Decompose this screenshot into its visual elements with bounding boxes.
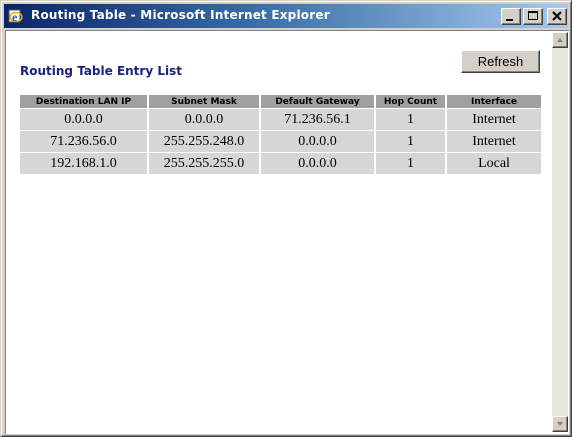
table-cell: 0.0.0.0: [149, 109, 259, 130]
table-header-row: Destination LAN IP Subnet Mask Default G…: [20, 95, 541, 108]
table-cell: 0.0.0.0: [261, 153, 374, 174]
table-cell: 0.0.0.0: [261, 131, 374, 152]
table-cell: 255.255.255.0: [149, 153, 259, 174]
svg-text:e: e: [12, 10, 18, 24]
browser-window: e Routing Table - Microsoft Internet Exp…: [0, 0, 572, 437]
page-content: Refresh Routing Table Entry List Destina…: [5, 30, 569, 434]
table-cell: 71.236.56.1: [261, 109, 374, 130]
page-title: Routing Table Entry List: [20, 64, 182, 78]
table-cell: 255.255.248.0: [149, 131, 259, 152]
minimize-icon: [506, 19, 513, 21]
scroll-up-button[interactable]: [552, 32, 568, 48]
table-cell: 71.236.56.0: [20, 131, 147, 152]
table-cell: Local: [447, 153, 541, 174]
scroll-down-button[interactable]: [552, 416, 568, 432]
table-row: 0.0.0.0 0.0.0.0 71.236.56.1 1 Internet: [20, 109, 541, 130]
table-cell: Internet: [447, 131, 541, 152]
minimize-button[interactable]: [501, 8, 521, 25]
routing-table: Destination LAN IP Subnet Mask Default G…: [18, 94, 543, 175]
table-cell: 1: [376, 131, 445, 152]
table-cell: 1: [376, 109, 445, 130]
table-cell: 0.0.0.0: [20, 109, 147, 130]
table-row: 192.168.1.0 255.255.255.0 0.0.0.0 1 Loca…: [20, 153, 541, 174]
column-header: Default Gateway: [261, 95, 374, 108]
ie-icon[interactable]: e: [8, 8, 24, 24]
arrow-up-icon: [557, 38, 563, 42]
window-title: Routing Table - Microsoft Internet Explo…: [31, 8, 330, 22]
close-icon: [552, 11, 562, 21]
maximize-icon: [528, 11, 538, 20]
title-bar[interactable]: e Routing Table - Microsoft Internet Exp…: [4, 4, 568, 28]
maximize-button[interactable]: [523, 8, 543, 25]
column-header: Subnet Mask: [149, 95, 259, 108]
arrow-down-icon: [557, 422, 563, 426]
close-button[interactable]: [547, 8, 567, 25]
table-cell: 192.168.1.0: [20, 153, 147, 174]
vertical-scrollbar[interactable]: [552, 32, 568, 432]
refresh-button[interactable]: Refresh: [461, 50, 540, 73]
table-cell: 1: [376, 153, 445, 174]
column-header: Hop Count: [376, 95, 445, 108]
column-header: Destination LAN IP: [20, 95, 147, 108]
table-row: 71.236.56.0 255.255.248.0 0.0.0.0 1 Inte…: [20, 131, 541, 152]
table-cell: Internet: [447, 109, 541, 130]
column-header: Interface: [447, 95, 541, 108]
